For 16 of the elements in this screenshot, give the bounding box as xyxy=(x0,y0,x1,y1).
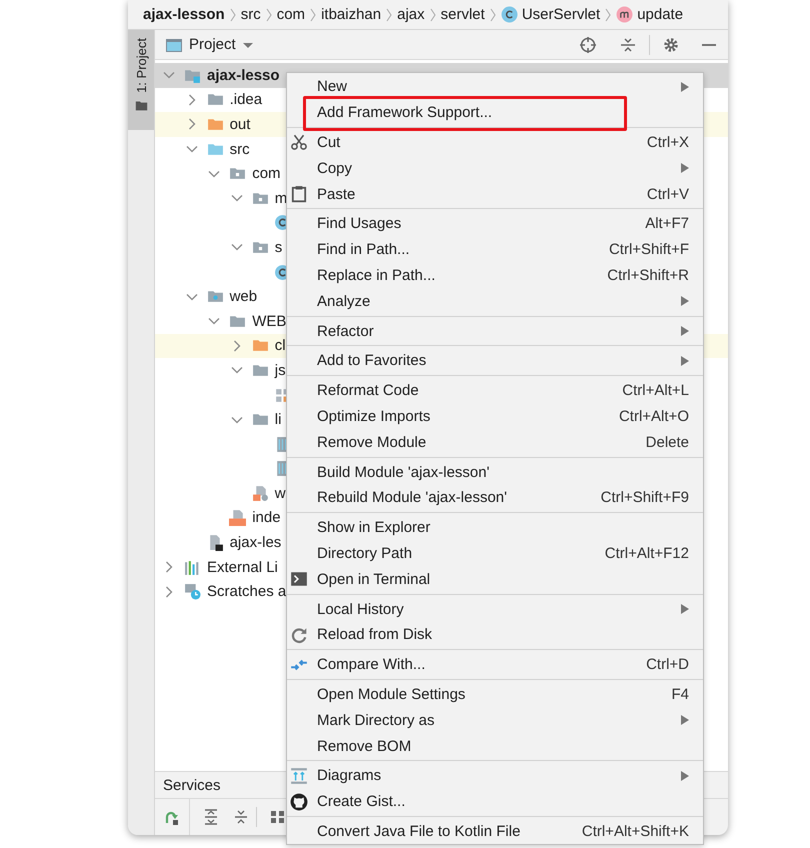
tree-label: .idea xyxy=(230,91,262,108)
tree-label: Scratches a xyxy=(207,583,286,600)
tree-label: WEB xyxy=(252,312,286,330)
tree-label: src xyxy=(230,140,250,158)
tree-label: inde xyxy=(252,509,281,526)
tree-label: com xyxy=(252,165,281,182)
tree-label: w xyxy=(274,484,286,502)
tree-label: ajax-lesso xyxy=(207,66,280,84)
tree-label: js xyxy=(274,362,286,379)
tree-label: ajax-les xyxy=(230,534,282,552)
tree-label: cl xyxy=(274,337,286,354)
tree-label: web xyxy=(230,288,258,306)
tree-label: s xyxy=(274,238,282,256)
tree-label: li xyxy=(274,411,282,428)
tree-label: out xyxy=(230,116,250,133)
tree-label: External Li xyxy=(207,558,278,576)
